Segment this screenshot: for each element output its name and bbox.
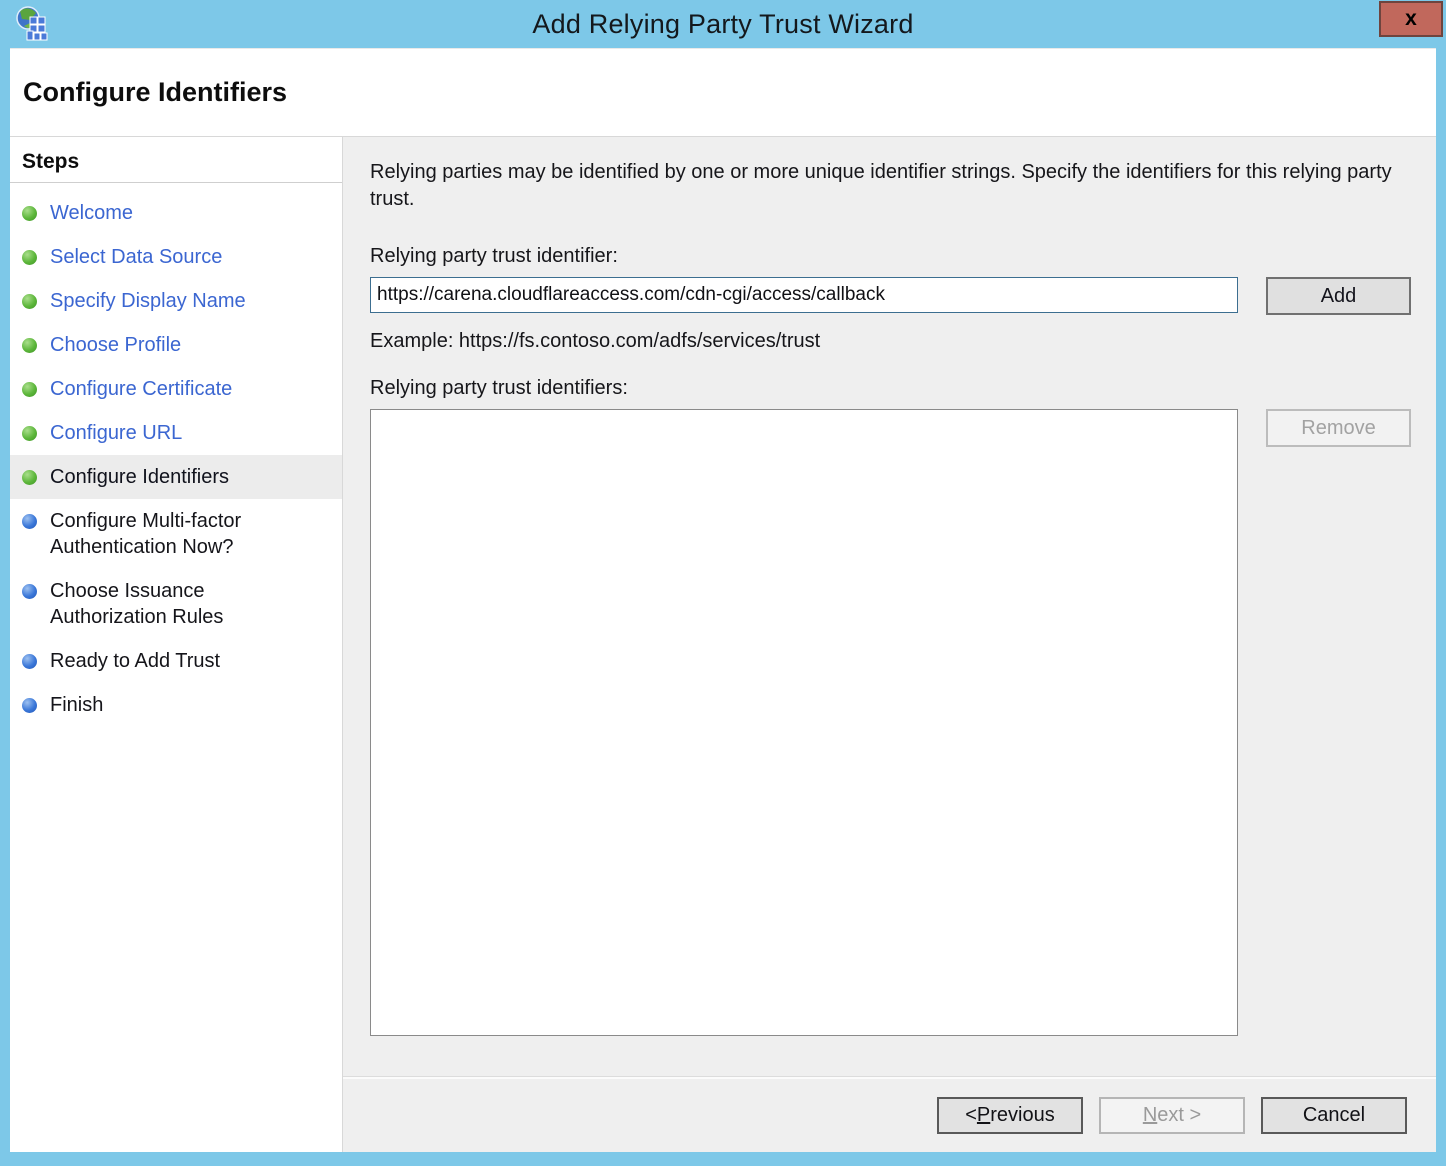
identifier-input[interactable] bbox=[370, 277, 1238, 313]
wizard-footer: < Previous Next > Cancel bbox=[343, 1077, 1436, 1152]
sidebar-step-choose-issuance-authorization-rules: Choose Issuance Authorization Rules bbox=[10, 569, 342, 639]
step-status-icon bbox=[22, 654, 37, 669]
remove-button: Remove bbox=[1266, 409, 1411, 447]
steps-sidebar: Steps Welcome Select Data Source Specify D… bbox=[10, 137, 343, 1152]
step-label: Configure Certificate bbox=[50, 376, 232, 402]
window-title: Add Relying Party Trust Wizard bbox=[532, 9, 913, 40]
step-label: Ready to Add Trust bbox=[50, 648, 220, 674]
sidebar-step-configure-certificate[interactable]: Configure Certificate bbox=[10, 367, 342, 411]
example-text: Example: https://fs.contoso.com/adfs/ser… bbox=[370, 330, 1413, 353]
sidebar-step-configure-multi-factor-authentication-now: Configure Multi-factor Authentication No… bbox=[10, 499, 342, 569]
step-status-icon bbox=[22, 514, 37, 529]
sidebar-step-configure-url[interactable]: Configure URL bbox=[10, 411, 342, 455]
identifiers-listbox[interactable] bbox=[370, 409, 1238, 1036]
sidebar-step-select-data-source[interactable]: Select Data Source bbox=[10, 235, 342, 279]
intro-text: Relying parties may be identified by one… bbox=[370, 159, 1400, 213]
adfs-app-icon bbox=[14, 5, 52, 43]
step-label: Configure URL bbox=[50, 420, 182, 446]
title-bar: Add Relying Party Trust Wizard x bbox=[0, 0, 1446, 48]
cancel-button[interactable]: Cancel bbox=[1261, 1097, 1407, 1134]
step-label: Configure Identifiers bbox=[50, 464, 229, 490]
sidebar-step-ready-to-add-trust: Ready to Add Trust bbox=[10, 639, 342, 683]
step-status-icon bbox=[22, 250, 37, 265]
add-button[interactable]: Add bbox=[1266, 277, 1411, 315]
sidebar-step-choose-profile[interactable]: Choose Profile bbox=[10, 323, 342, 367]
close-button[interactable]: x bbox=[1379, 1, 1443, 37]
identifier-label: Relying party trust identifier: bbox=[370, 245, 1413, 268]
page-header: Configure Identifiers bbox=[10, 48, 1436, 137]
steps-list: Welcome Select Data Source Specify Display… bbox=[10, 183, 342, 727]
step-label: Specify Display Name bbox=[50, 288, 246, 314]
page-title: Configure Identifiers bbox=[23, 77, 287, 108]
steps-heading: Steps bbox=[10, 146, 342, 182]
previous-button[interactable]: < Previous bbox=[937, 1097, 1083, 1134]
sidebar-step-configure-identifiers: Configure Identifiers bbox=[10, 455, 342, 499]
main-panel: Relying parties may be identified by one… bbox=[343, 137, 1436, 1152]
step-status-icon bbox=[22, 206, 37, 221]
step-label: Finish bbox=[50, 692, 103, 718]
step-status-icon bbox=[22, 698, 37, 713]
step-label: Welcome bbox=[50, 200, 133, 226]
step-status-icon bbox=[22, 584, 37, 599]
step-label: Choose Issuance Authorization Rules bbox=[50, 578, 298, 630]
step-label: Configure Multi-factor Authentication No… bbox=[50, 508, 298, 560]
sidebar-step-specify-display-name[interactable]: Specify Display Name bbox=[10, 279, 342, 323]
step-status-icon bbox=[22, 470, 37, 485]
sidebar-step-finish: Finish bbox=[10, 683, 342, 727]
wizard-dialog: Configure Identifiers Steps Welcome Selec… bbox=[10, 48, 1436, 1152]
step-status-icon bbox=[22, 426, 37, 441]
next-button: Next > bbox=[1099, 1097, 1245, 1134]
step-status-icon bbox=[22, 338, 37, 353]
step-status-icon bbox=[22, 382, 37, 397]
step-label: Select Data Source bbox=[50, 244, 222, 270]
identifiers-list-label: Relying party trust identifiers: bbox=[370, 377, 1413, 400]
step-label: Choose Profile bbox=[50, 332, 181, 358]
sidebar-step-welcome[interactable]: Welcome bbox=[10, 191, 342, 235]
step-status-icon bbox=[22, 294, 37, 309]
